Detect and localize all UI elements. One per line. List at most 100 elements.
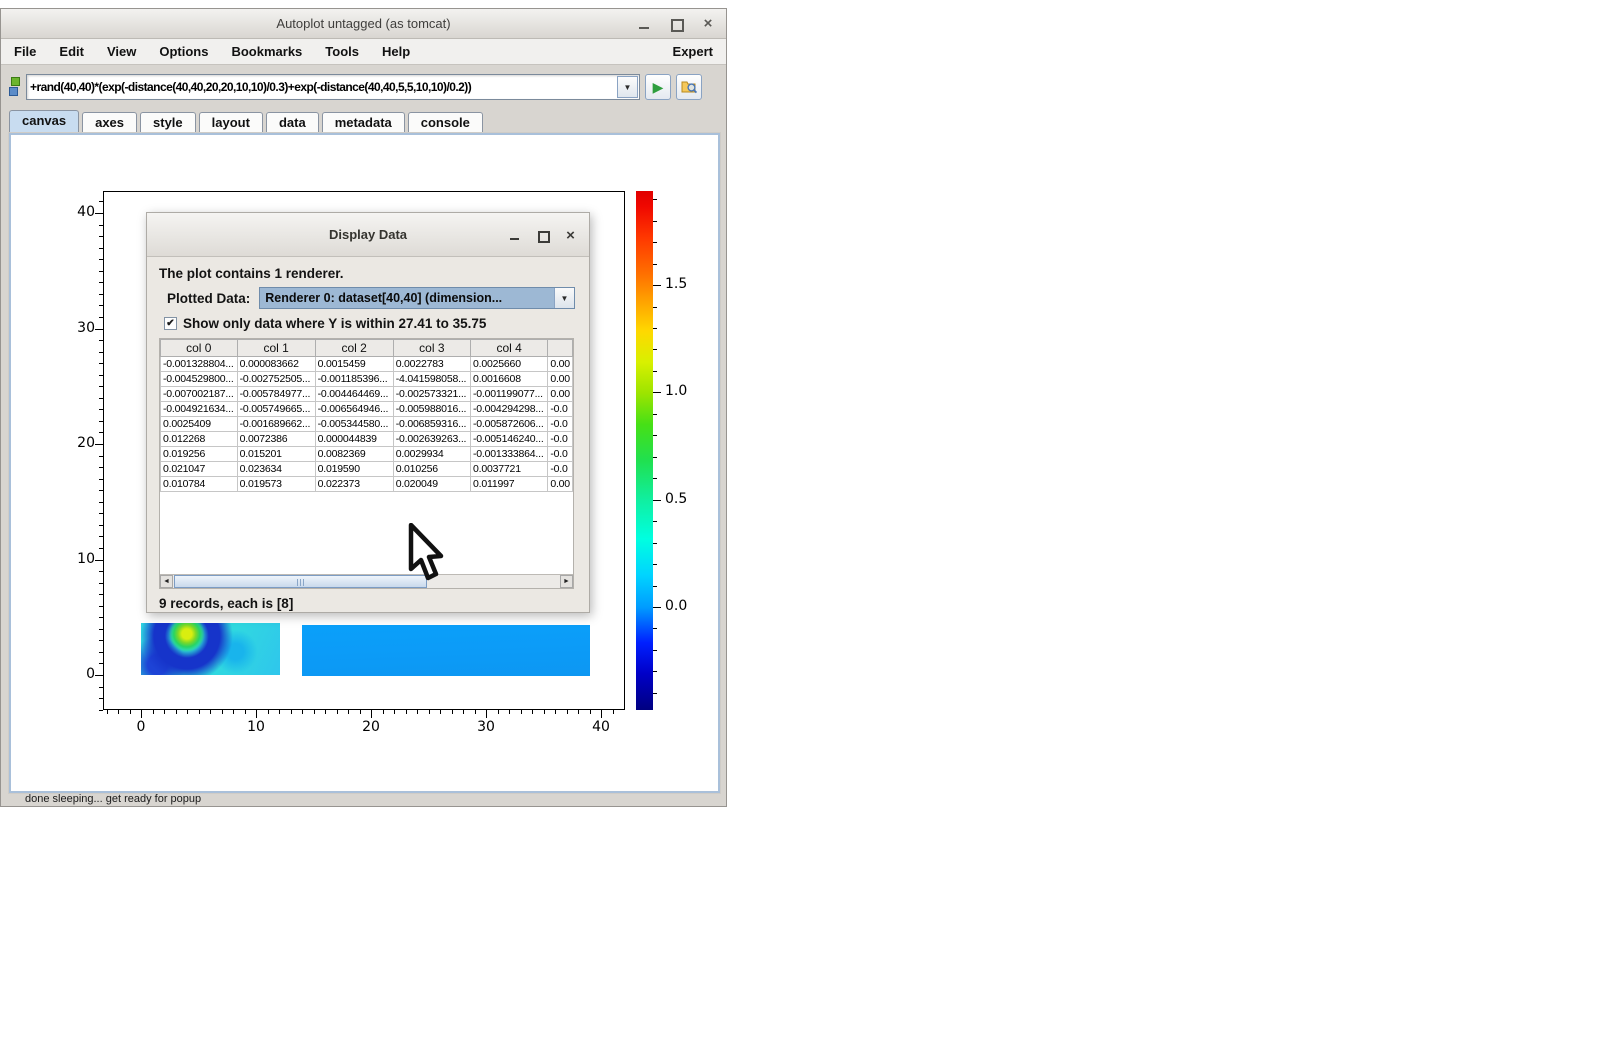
menu-edit[interactable]: Edit [59,44,84,59]
table-cell[interactable]: 0.0029934 [393,447,470,462]
menu-file[interactable]: File [14,44,36,59]
table-row[interactable]: -0.001328804...0.0000836620.00154590.002… [161,357,573,372]
go-button[interactable]: ▶ [645,74,671,100]
uri-value[interactable]: +rand(40,40)*(exp(-distance(40,40,20,20,… [27,80,617,94]
table-cell[interactable]: 0.0025409 [161,417,238,432]
table-cell[interactable]: 0.00 [548,387,573,402]
table-cell[interactable]: 0.00 [548,477,573,492]
table-cell[interactable]: 0.021047 [161,462,238,477]
menu-bookmarks[interactable]: Bookmarks [231,44,302,59]
table-header-cell[interactable]: col 0 [161,340,238,357]
data-table-pane[interactable]: col 0col 1col 2col 3col 4-0.001328804...… [159,338,574,589]
table-cell[interactable]: 0.00 [548,372,573,387]
uri-input[interactable]: +rand(40,40)*(exp(-distance(40,40,20,20,… [26,74,640,100]
table-row[interactable]: -0.007002187...-0.005784977...-0.0044644… [161,387,573,402]
table-header-cell[interactable]: col 2 [315,340,393,357]
table-cell[interactable]: -4.041598058... [393,372,470,387]
table-cell[interactable]: -0.004921634... [161,402,238,417]
tab-axes[interactable]: axes [82,112,137,133]
table-cell[interactable]: 0.0016608 [471,372,548,387]
table-cell[interactable]: -0.0 [548,417,573,432]
table-header-cell[interactable]: col 4 [471,340,548,357]
tab-layout[interactable]: layout [199,112,263,133]
tab-canvas[interactable]: canvas [9,110,79,133]
scroll-right-button[interactable]: ► [560,575,573,588]
renderer-select-arrow[interactable]: ▼ [554,288,574,308]
plot-canvas[interactable]: 0102030400102030400.00.51.01.5 Display D… [9,133,720,793]
table-cell[interactable]: 0.0037721 [471,462,548,477]
window-titlebar[interactable]: Autoplot untagged (as tomcat) × [1,9,726,39]
table-cell[interactable]: 0.0025660 [471,357,548,372]
table-cell[interactable]: -0.005146240... [471,432,548,447]
table-cell[interactable]: 0.012268 [161,432,238,447]
table-cell[interactable]: -0.002573321... [393,387,470,402]
tab-style[interactable]: style [140,112,196,133]
menu-options[interactable]: Options [159,44,208,59]
table-cell[interactable]: 0.0072386 [237,432,315,447]
table-cell[interactable]: -0.002752505... [237,372,315,387]
table-cell[interactable]: 0.0082369 [315,447,393,462]
table-cell[interactable]: -0.0 [548,402,573,417]
table-cell[interactable]: -0.006564946... [315,402,393,417]
table-cell[interactable]: 0.023634 [237,462,315,477]
dialog-close-icon[interactable]: × [565,230,576,241]
table-cell[interactable]: 0.019590 [315,462,393,477]
expert-menu[interactable]: Expert [673,44,713,59]
tab-data[interactable]: data [266,112,319,133]
dialog-titlebar[interactable]: Display Data × [147,213,589,257]
table-cell[interactable]: -0.001185396... [315,372,393,387]
table-row[interactable]: -0.004529800...-0.002752505...-0.0011853… [161,372,573,387]
table-cell[interactable]: 0.019256 [161,447,238,462]
close-icon[interactable]: × [702,18,714,30]
table-cell[interactable]: 0.0015459 [315,357,393,372]
table-cell[interactable]: 0.019573 [237,477,315,492]
table-row[interactable]: 0.0122680.00723860.000044839-0.002639263… [161,432,573,447]
table-cell[interactable]: -0.002639263... [393,432,470,447]
table-row[interactable]: 0.0025409-0.001689662...-0.005344580...-… [161,417,573,432]
table-cell[interactable]: 0.010784 [161,477,238,492]
horizontal-scrollbar[interactable]: ◄ ► [160,574,573,588]
minimize-icon[interactable] [638,18,650,30]
table-cell[interactable]: 0.000083662 [237,357,315,372]
table-row[interactable]: 0.0107840.0195730.0223730.0200490.011997… [161,477,573,492]
table-cell[interactable]: -0.001199077... [471,387,548,402]
scroll-left-button[interactable]: ◄ [160,575,173,588]
menu-tools[interactable]: Tools [325,44,359,59]
table-cell[interactable]: -0.005784977... [237,387,315,402]
table-cell[interactable]: -0.006859316... [393,417,470,432]
table-row[interactable]: 0.0192560.0152010.00823690.0029934-0.001… [161,447,573,462]
maximize-icon[interactable] [670,18,682,30]
menu-help[interactable]: Help [382,44,410,59]
table-cell[interactable]: -0.0 [548,462,573,477]
table-cell[interactable]: 0.022373 [315,477,393,492]
tab-console[interactable]: console [408,112,483,133]
dialog-maximize-icon[interactable] [537,230,548,241]
table-header-cell[interactable]: col 1 [237,340,315,357]
table-row[interactable]: 0.0210470.0236340.0195900.0102560.003772… [161,462,573,477]
colorbar[interactable] [636,191,653,710]
table-cell[interactable]: -0.005749665... [237,402,315,417]
menu-view[interactable]: View [107,44,136,59]
table-cell[interactable]: 0.010256 [393,462,470,477]
dialog-minimize-icon[interactable] [509,230,520,241]
uri-dropdown-button[interactable]: ▼ [617,76,638,98]
table-cell[interactable]: -0.001328804... [161,357,238,372]
table-cell[interactable]: 0.0022783 [393,357,470,372]
table-cell[interactable]: -0.001689662... [237,417,315,432]
table-cell[interactable]: -0.004464469... [315,387,393,402]
table-cell[interactable]: -0.005344580... [315,417,393,432]
table-header-cell[interactable] [548,340,573,357]
table-cell[interactable]: 0.011997 [471,477,548,492]
tab-metadata[interactable]: metadata [322,112,405,133]
table-cell[interactable]: -0.004294298... [471,402,548,417]
table-cell[interactable]: 0.000044839 [315,432,393,447]
table-header-cell[interactable]: col 3 [393,340,470,357]
table-cell[interactable]: -0.0 [548,432,573,447]
filter-checkbox[interactable]: ✔ [164,317,177,330]
inspect-uri-button[interactable] [676,74,702,100]
table-cell[interactable]: -0.005872606... [471,417,548,432]
table-cell[interactable]: -0.001333864... [471,447,548,462]
table-cell[interactable]: -0.007002187... [161,387,238,402]
table-cell[interactable]: 0.015201 [237,447,315,462]
table-cell[interactable]: -0.0 [548,447,573,462]
